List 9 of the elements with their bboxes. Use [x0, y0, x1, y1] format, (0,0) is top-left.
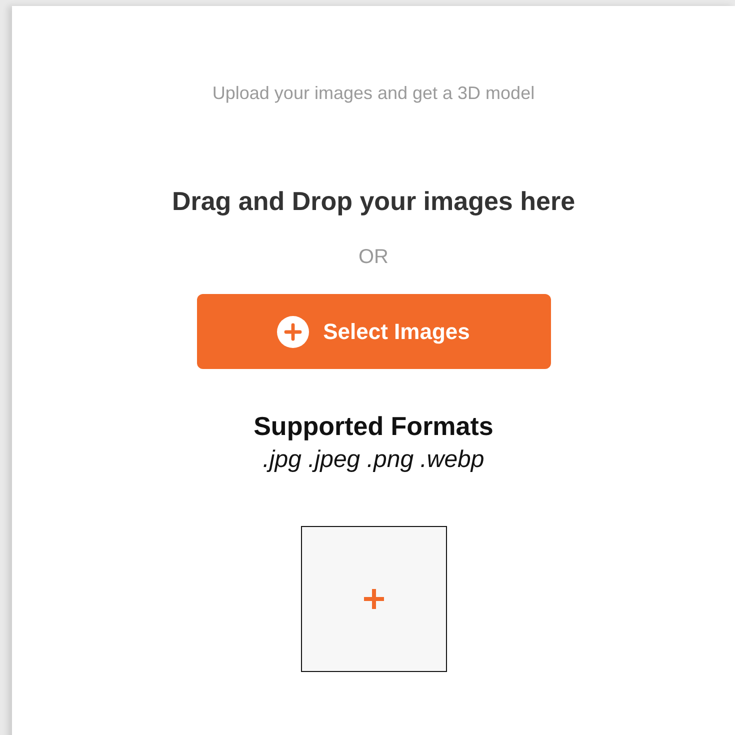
plus-icon — [362, 587, 386, 611]
select-images-button[interactable]: Select Images — [196, 294, 550, 369]
subtitle: Upload your images and get a 3D model — [212, 83, 535, 104]
drop-heading: Drag and Drop your images here — [172, 186, 576, 217]
plus-circle-icon — [277, 316, 310, 348]
add-image-tile[interactable] — [300, 526, 446, 672]
formats-title: Supported Formats — [254, 411, 494, 442]
formats-list: .jpg .jpeg .png .webp — [262, 446, 484, 474]
separator-text: OR — [358, 246, 388, 269]
